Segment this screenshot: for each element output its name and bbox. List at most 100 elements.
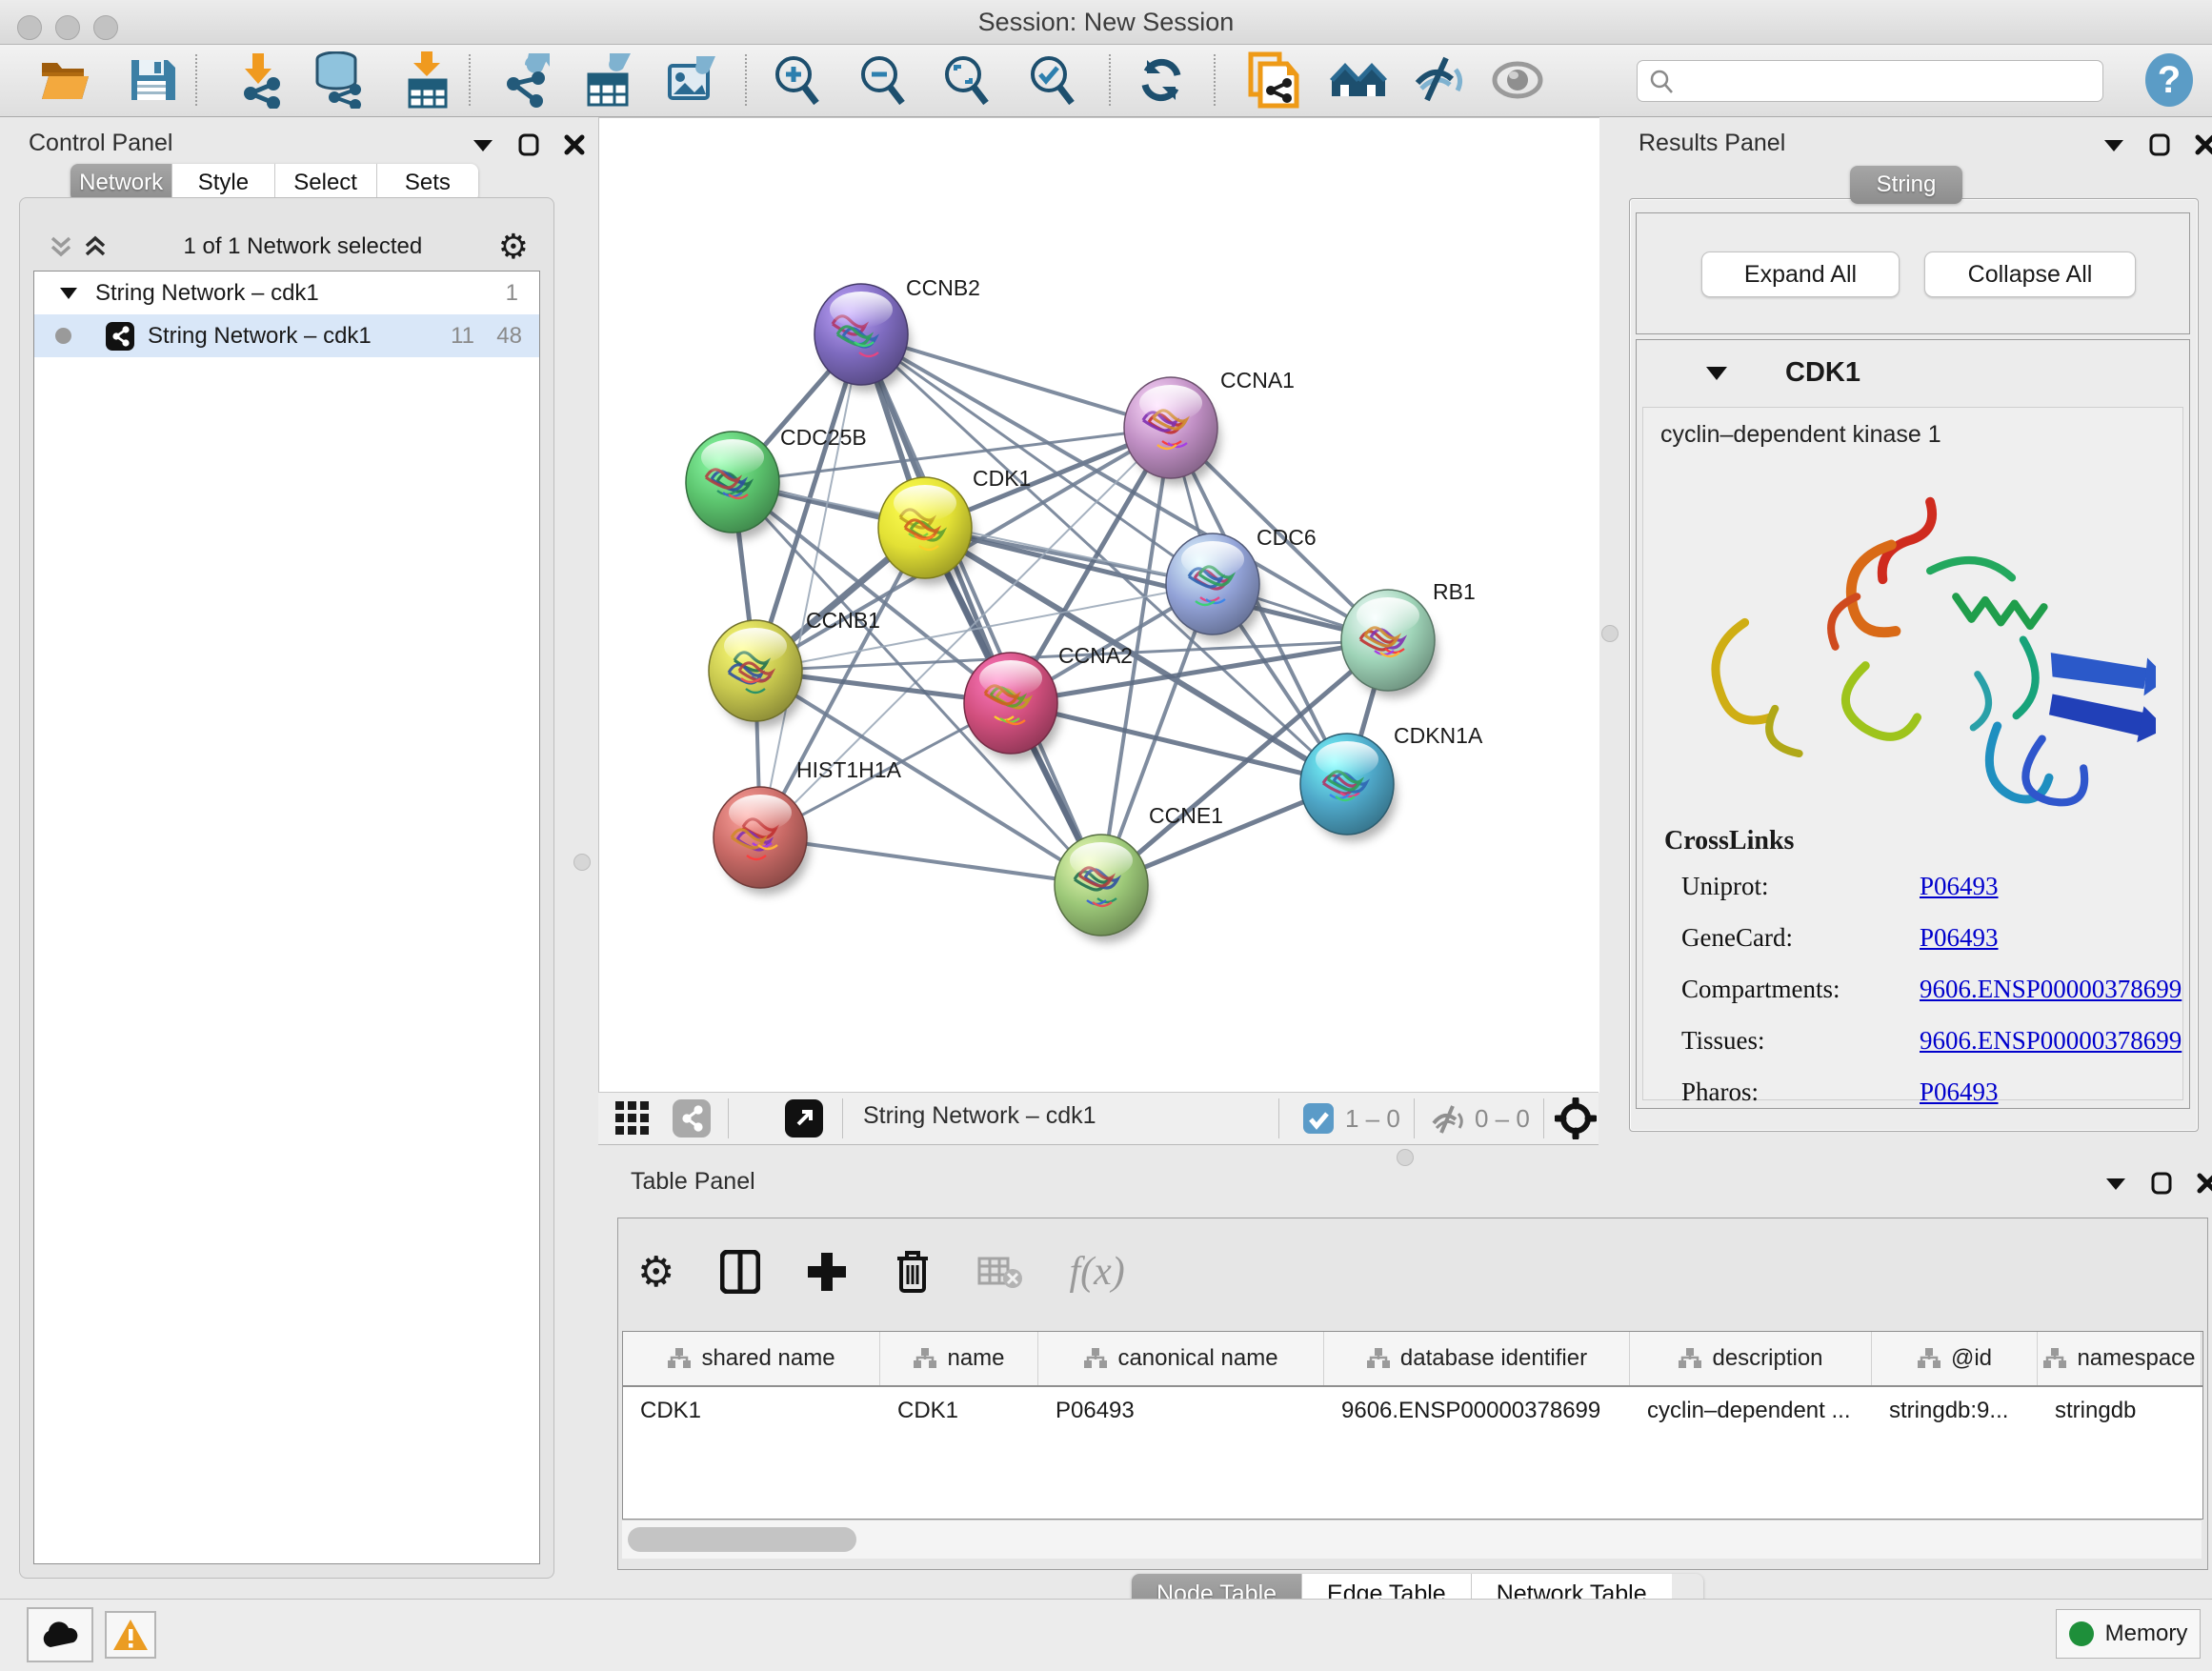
network-node-rb1[interactable]: RB1	[1341, 579, 1476, 697]
column-header-name[interactable]: name	[880, 1332, 1038, 1385]
table-row[interactable]: CDK1CDK1P064939606.ENSP00000378699cyclin…	[623, 1387, 2202, 1435]
table-cell[interactable]: CDK1	[623, 1398, 880, 1424]
search-input[interactable]	[1674, 67, 2078, 95]
node-label-ccne1: CCNE1	[1149, 803, 1223, 828]
network-canvas[interactable]: CCNB2 CCNA1 CDC25BCDK1 CDC6RB1 CCNB1 CCNA2 CDK…	[598, 117, 1599, 1093]
import-table-file-button[interactable]	[397, 52, 456, 108]
gene-section: CDK1 cyclin–dependent kinase 1	[1636, 339, 2190, 1109]
network-node-ccnb1[interactable]: CCNB1	[709, 608, 880, 728]
add-column-icon[interactable]	[806, 1251, 848, 1293]
network-collection-row[interactable]: String Network – cdk1 1	[34, 272, 539, 314]
copy-style-button[interactable]	[1244, 52, 1303, 108]
gear-icon[interactable]: ⚙	[498, 230, 529, 264]
column-header-shared-name[interactable]: shared name	[623, 1332, 880, 1385]
network-node-ccna1[interactable]: CCNA1	[1124, 368, 1295, 485]
gene-name: CDK1	[1785, 357, 1860, 389]
show-columns-icon[interactable]	[720, 1250, 760, 1294]
gene-section-header[interactable]: CDK1	[1637, 340, 2189, 405]
zoom-out-button[interactable]	[854, 52, 913, 108]
crosslink-link[interactable]: P06493	[1920, 1077, 1999, 1107]
toolbar-separator	[1214, 54, 1216, 106]
column-header-description[interactable]: description	[1630, 1332, 1872, 1385]
export-network-icon	[500, 51, 553, 109]
network-node-cdk1[interactable]: CDK1	[878, 466, 1031, 585]
vertical-splitter-grip-right[interactable]	[1601, 625, 1619, 642]
panel-float-icon[interactable]	[518, 133, 539, 156]
crosslink-link[interactable]: P06493	[1920, 923, 1999, 953]
network-node-ccna2[interactable]: CCNA2	[964, 643, 1133, 760]
birds-eye-view-icon[interactable]	[785, 1099, 823, 1137]
panel-menu-icon[interactable]	[2105, 1176, 2126, 1191]
table-cell[interactable]: stringdb	[2038, 1398, 2202, 1424]
table-cell[interactable]: 9606.ENSP00000378699	[1324, 1398, 1630, 1424]
show-all-button[interactable]	[1488, 52, 1547, 108]
table-cell[interactable]: P06493	[1038, 1398, 1324, 1424]
panel-close-icon[interactable]	[2197, 1173, 2212, 1194]
panel-menu-icon[interactable]	[2103, 137, 2124, 152]
network-node-cdkn1a[interactable]: CDKN1A	[1300, 723, 1483, 841]
collection-expander-icon[interactable]	[59, 286, 78, 300]
crosslink-link[interactable]: 9606.ENSP00000378699	[1920, 975, 2182, 1004]
section-expander-icon[interactable]	[1705, 365, 1728, 381]
hide-selected-button[interactable]	[1412, 52, 1471, 108]
network-node-ccnb2[interactable]: CCNB2	[814, 275, 980, 392]
column-header--id[interactable]: @id	[1872, 1332, 2038, 1385]
network-node-cdc6[interactable]: CDC6	[1166, 525, 1317, 641]
tab-select[interactable]: Select	[275, 164, 377, 202]
save-session-button[interactable]	[122, 52, 181, 108]
table-cell[interactable]: cyclin–dependent ...	[1630, 1398, 1872, 1424]
show-grid-icon[interactable]	[613, 1099, 652, 1137]
open-folder-icon	[39, 57, 92, 103]
refresh-view-button[interactable]	[1132, 52, 1191, 108]
search-field[interactable]	[1637, 60, 2103, 102]
refresh-icon	[1136, 54, 1187, 106]
network-node-hist1h1a[interactable]: HIST1H1A	[714, 757, 902, 895]
expand-all-icon[interactable]	[83, 234, 108, 259]
memory-button[interactable]: Memory	[2056, 1609, 2201, 1659]
collapse-all-icon[interactable]	[49, 234, 73, 259]
crosslink-link[interactable]: P06493	[1920, 872, 1999, 901]
panel-close-icon[interactable]	[2195, 134, 2212, 155]
column-header-database-identifier[interactable]: database identifier	[1324, 1332, 1630, 1385]
tab-sets[interactable]: Sets	[377, 164, 478, 202]
open-session-button[interactable]	[36, 52, 95, 108]
string-view-icon[interactable]	[673, 1099, 711, 1137]
export-table-button[interactable]	[578, 52, 637, 108]
panel-close-icon[interactable]	[564, 134, 585, 155]
tab-string[interactable]: String	[1850, 166, 1962, 204]
network-node-cdc25b[interactable]: CDC25B	[686, 425, 867, 539]
scrollbar-thumb[interactable]	[628, 1527, 856, 1552]
zoom-fit-button[interactable]	[937, 52, 996, 108]
collapse-all-button[interactable]: Collapse All	[1924, 252, 2136, 297]
zoom-in-button[interactable]	[768, 52, 827, 108]
node-table-grid[interactable]: shared namenamecanonical namedatabase id…	[622, 1331, 2203, 1520]
delete-column-icon[interactable]	[894, 1249, 932, 1295]
panel-float-icon[interactable]	[2151, 1172, 2172, 1195]
zoom-selected-button[interactable]	[1023, 52, 1082, 108]
warning-button[interactable]	[105, 1611, 156, 1659]
table-gear-icon[interactable]: ⚙	[637, 1248, 674, 1297]
help-button[interactable]: ?	[2140, 52, 2199, 108]
crosshair-icon[interactable]	[1555, 1097, 1597, 1139]
panel-float-icon[interactable]	[2149, 133, 2170, 156]
network-node-ccne1[interactable]: CCNE1	[1055, 803, 1223, 942]
import-network-file-button[interactable]	[229, 52, 288, 108]
column-header-canonical-name[interactable]: canonical name	[1038, 1332, 1324, 1385]
expand-all-button[interactable]: Expand All	[1701, 252, 1900, 297]
column-header-namespace[interactable]: namespace	[2038, 1332, 2202, 1385]
cloud-button[interactable]	[27, 1607, 93, 1662]
export-network-button[interactable]	[497, 52, 556, 108]
import-network-database-button[interactable]	[310, 52, 369, 108]
export-image-button[interactable]	[662, 52, 721, 108]
tab-style[interactable]: Style	[172, 164, 274, 202]
network-row-selected[interactable]: String Network – cdk1 11 48	[34, 314, 539, 357]
first-neighbors-button[interactable]	[1330, 52, 1389, 108]
panel-menu-icon[interactable]	[473, 137, 493, 152]
table-cell[interactable]: stringdb:9...	[1872, 1398, 2038, 1424]
vertical-splitter-grip-left[interactable]	[573, 854, 591, 871]
tab-network[interactable]: Network	[70, 164, 172, 202]
table-cell[interactable]: CDK1	[880, 1398, 1038, 1424]
table-hscrollbar[interactable]	[622, 1520, 2202, 1559]
network-selected-count: 1 of 1 Network selected	[108, 233, 498, 260]
crosslink-link[interactable]: 9606.ENSP00000378699	[1920, 1026, 2182, 1056]
